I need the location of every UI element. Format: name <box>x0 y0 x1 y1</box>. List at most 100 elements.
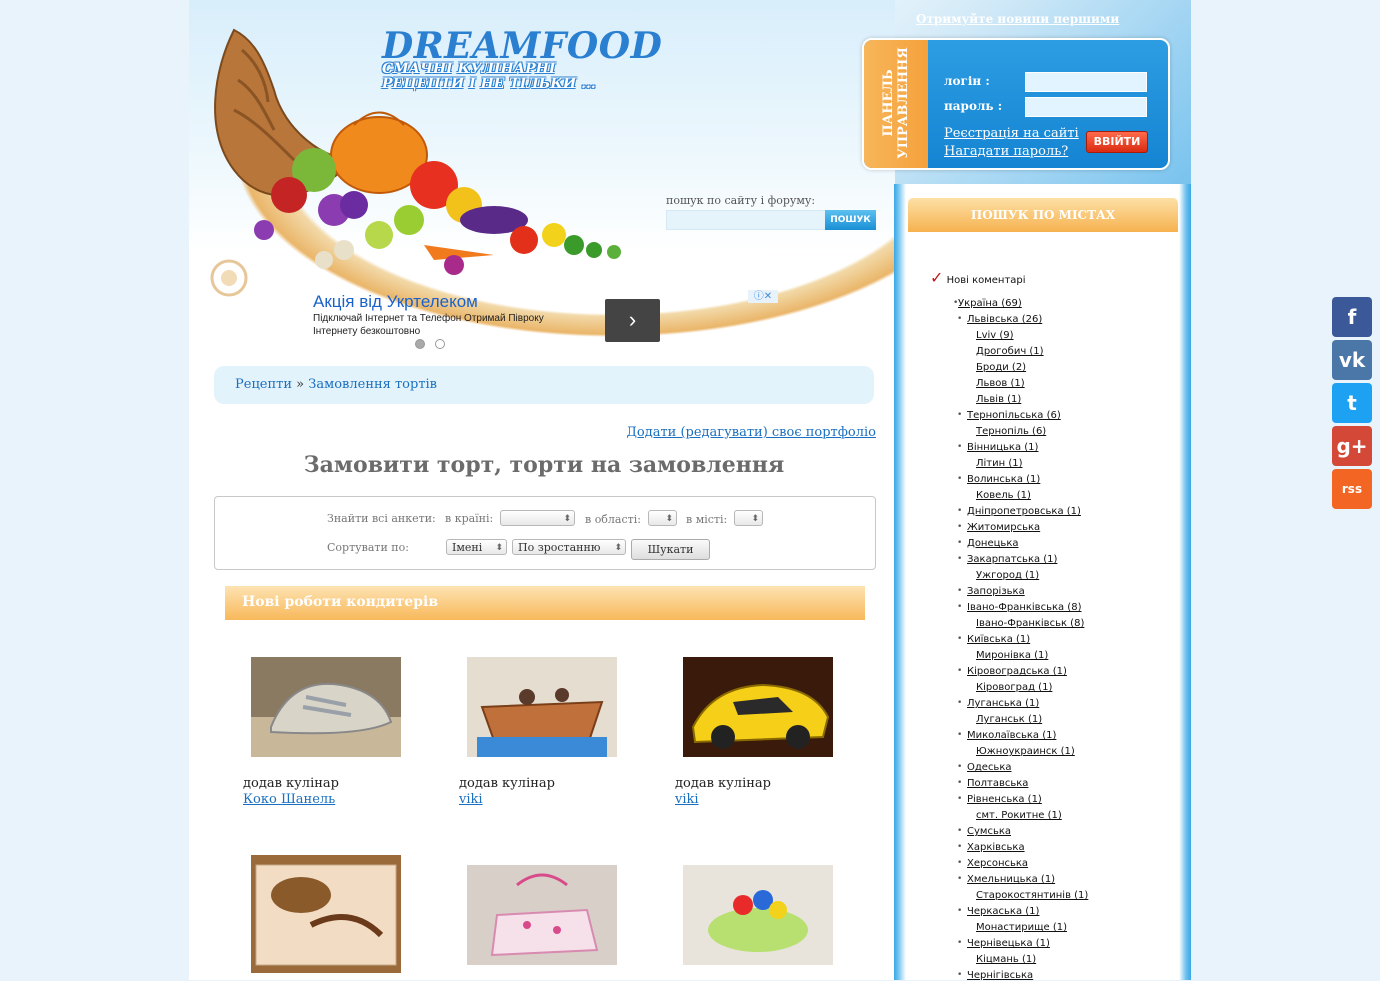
ad-title[interactable]: Акція від Укртелеком <box>313 292 478 312</box>
news-subscribe-link[interactable]: Отримуйте новини першими <box>916 12 1119 26</box>
region-link[interactable]: Харківська <box>967 842 1025 853</box>
region-link[interactable]: Миронівка (1) <box>976 650 1048 661</box>
region-link[interactable]: Тернопіль (6) <box>976 426 1046 437</box>
card-author-link[interactable]: viki <box>459 792 483 807</box>
remind-password-link[interactable]: Нагадати пароль? <box>944 144 1068 159</box>
region-link[interactable]: Старокостянтинів (1) <box>976 890 1088 901</box>
region-link[interactable]: Южноукраинск (1) <box>976 746 1075 757</box>
region-link[interactable]: Черкаська (1) <box>967 906 1039 917</box>
region-link[interactable]: Волинська (1) <box>967 474 1040 485</box>
ad-text: Підключай Інтернет та Телефон Отримай Пі… <box>313 313 544 337</box>
cowboy-cake-image[interactable] <box>251 855 401 973</box>
region-link[interactable]: Кіровоград (1) <box>976 682 1052 693</box>
site-search-button[interactable]: ПОШУК <box>825 210 876 230</box>
region-bullet: • <box>957 906 963 916</box>
sneaker-cake-image[interactable] <box>251 657 401 757</box>
region-link[interactable]: Львів (1) <box>976 394 1021 405</box>
region-link[interactable]: Київська (1) <box>967 634 1030 645</box>
site-search-label: пошук по сайту і форуму: <box>666 194 816 207</box>
login-panel-tab-label: ПАНЕЛЬ УПРАВЛЕННЯ <box>881 47 911 159</box>
ad-next-arrow-icon[interactable]: › <box>605 299 660 342</box>
region-link[interactable]: Полтавська <box>967 778 1028 789</box>
region-link[interactable]: Закарпатська (1) <box>967 554 1057 565</box>
yellow-car-cake-image[interactable] <box>683 657 833 757</box>
region-select[interactable] <box>648 510 677 527</box>
pink-box-cake-image[interactable] <box>467 865 617 965</box>
login-input[interactable] <box>1025 72 1147 92</box>
region-link[interactable]: Україна (69) <box>958 298 1022 309</box>
card-added-label: додав кулінар <box>459 776 555 791</box>
region-link[interactable]: Одеська <box>967 762 1012 773</box>
region-bullet: • <box>957 314 963 324</box>
ad-dot[interactable] <box>435 339 445 349</box>
region-link[interactable]: Львівська (26) <box>967 314 1042 325</box>
page-title: Замовити торт, торти на замовлення <box>303 452 785 478</box>
region-link[interactable]: Ужгород (1) <box>976 570 1039 581</box>
vk-icon[interactable]: vk <box>1332 340 1372 380</box>
region-bullet: • <box>957 554 963 564</box>
region-link[interactable]: смт. Рокитне (1) <box>976 810 1062 821</box>
region-link[interactable]: Хмельницька (1) <box>967 874 1055 885</box>
region-link[interactable]: Донецька <box>967 538 1019 549</box>
site-search-input[interactable] <box>666 210 826 230</box>
region-link[interactable]: Сумська <box>967 826 1011 837</box>
search-button[interactable]: Шукати <box>631 539 710 560</box>
region-link[interactable]: Дніпропетровська (1) <box>967 506 1081 517</box>
ad-banner[interactable]: Акція від Укртелеком Підключай Інтернет … <box>301 288 781 350</box>
logo-subtitle: СМАЧНІ КУЛІНАРНІ РЕЦЕПТИ І НЕ ТІЛЬКИ ... <box>382 61 596 92</box>
pirate-ship-cake-image[interactable] <box>467 657 617 757</box>
password-input[interactable] <box>1025 97 1147 117</box>
sort-field-select[interactable]: Імені <box>446 539 507 556</box>
rss-icon[interactable]: rss <box>1332 469 1372 509</box>
region-bullet: • <box>957 410 963 420</box>
breadcrumb-current-link[interactable]: Замовлення тортів <box>308 377 437 392</box>
facebook-icon[interactable]: f <box>1332 297 1372 337</box>
region-link[interactable]: Вінницька (1) <box>967 442 1038 453</box>
region-link[interactable]: Чернігівська <box>967 970 1033 981</box>
region-link[interactable]: Літин (1) <box>976 458 1023 469</box>
region-link[interactable]: Луганськ (1) <box>976 714 1042 725</box>
password-label: пароль : <box>944 99 1003 113</box>
region-link[interactable]: Lviv (9) <box>976 330 1014 341</box>
country-select[interactable] <box>500 510 575 527</box>
region-link[interactable]: Миколаївська (1) <box>967 730 1056 741</box>
add-portfolio-link[interactable]: Додати (редагувати) своє портфоліо <box>626 425 876 440</box>
region-link[interactable]: Дрогобич (1) <box>976 346 1044 357</box>
google-plus-icon[interactable]: g+ <box>1332 426 1372 466</box>
login-panel: ПАНЕЛЬ УПРАВЛЕННЯ логін : пароль : Реєст… <box>862 38 1170 170</box>
city-select[interactable] <box>734 510 763 527</box>
region-link[interactable]: Ковель (1) <box>976 490 1031 501</box>
region-link[interactable]: Тернопільська (6) <box>967 410 1061 421</box>
region-bullet: • <box>957 634 963 644</box>
region-link[interactable]: Кіровоградська (1) <box>967 666 1067 677</box>
sort-order-select[interactable]: По зростанню <box>512 539 626 556</box>
card-author-link[interactable]: Коко Шанель <box>243 792 335 807</box>
card-author-link[interactable]: viki <box>675 792 699 807</box>
region-link[interactable]: Івано-Франківська (8) <box>967 602 1081 613</box>
register-link[interactable]: Реєстрація на сайті <box>944 126 1079 141</box>
twitter-icon[interactable]: t <box>1332 383 1372 423</box>
login-label: логін : <box>944 74 990 88</box>
region-link[interactable]: Івано-Франківськ (8) <box>976 618 1084 629</box>
region-link[interactable]: Рівненська (1) <box>967 794 1042 805</box>
region-bullet: • <box>957 794 963 804</box>
login-button[interactable]: ВВІЙТИ <box>1086 131 1148 153</box>
ad-dot-active[interactable] <box>415 339 425 349</box>
region-link[interactable]: Херсонська <box>967 858 1028 869</box>
region-link[interactable]: Кіцмань (1) <box>976 954 1036 965</box>
page: DREAMFOOD СМАЧНІ КУЛІНАРНІ РЕЦЕПТИ І НЕ … <box>189 0 1191 981</box>
flower-cake-image[interactable] <box>683 865 833 965</box>
region-link[interactable]: Броди (2) <box>976 362 1026 373</box>
region-link[interactable]: Монастирище (1) <box>976 922 1067 933</box>
country-label: в країні: <box>445 512 494 525</box>
breadcrumb-root-link[interactable]: Рецепти <box>235 377 292 392</box>
region-link[interactable]: Запорізька <box>967 586 1025 597</box>
new-comments-link[interactable]: Нові коментарі <box>947 275 1026 286</box>
region-link[interactable]: Луганська (1) <box>967 698 1039 709</box>
card-added-label: додав кулінар <box>675 776 771 791</box>
ad-info-icon[interactable]: ⓘ✕ <box>748 290 778 303</box>
checkmark-icon: ✓ <box>930 268 944 287</box>
region-link[interactable]: Львов (1) <box>976 378 1025 389</box>
region-link[interactable]: Житомирська <box>967 522 1040 533</box>
region-link[interactable]: Чернівецька (1) <box>967 938 1050 949</box>
